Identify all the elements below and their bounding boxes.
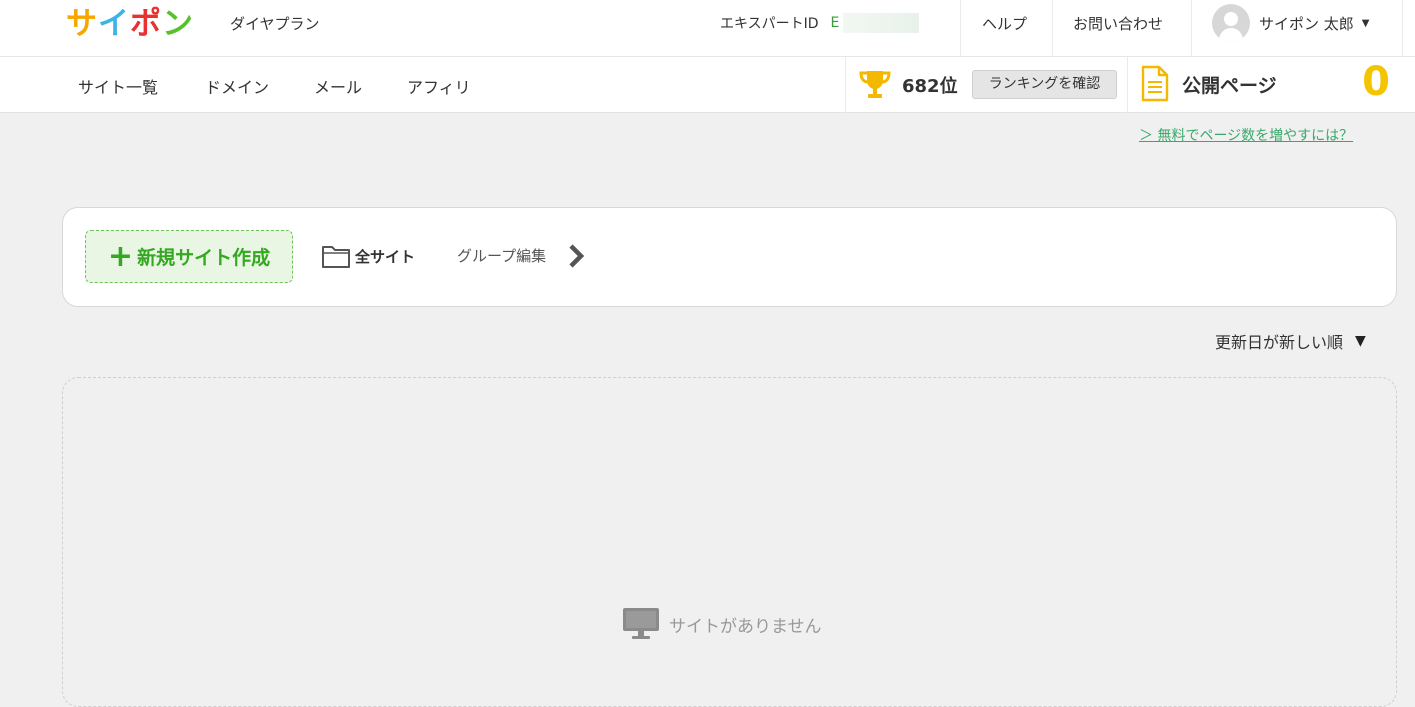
nav-site-list[interactable]: サイト一覧 <box>78 74 158 98</box>
logo-char-4: ン <box>162 6 194 42</box>
avatar-body <box>1219 28 1243 42</box>
expert-id-label: エキスパートID <box>720 16 819 32</box>
expert-id-value: E <box>830 15 840 31</box>
caret-down-icon: ▼ <box>1361 17 1370 29</box>
chevron-right-icon[interactable] <box>566 243 586 269</box>
document-icon <box>1141 65 1169 102</box>
nav-domain[interactable]: ドメイン <box>205 74 269 98</box>
site-toolbar: + 新規サイト作成 全サイト グループ編集 <box>62 207 1397 307</box>
public-pages-label: 公開ページ <box>1182 75 1277 97</box>
avatar-head <box>1224 12 1238 26</box>
new-site-button[interactable]: + 新規サイト作成 <box>85 230 293 283</box>
caret-down-icon: ▼ <box>1355 333 1366 349</box>
main-nav: サイト一覧 ドメイン メール アフィリ 682位 ランキングを確認 公開ページ … <box>0 57 1415 113</box>
site-list-empty-panel: サイトがありません <box>62 377 1397 707</box>
divider <box>1191 0 1192 57</box>
empty-state: サイトがありません <box>621 606 822 642</box>
divider <box>960 0 961 57</box>
divider <box>1052 0 1053 57</box>
logo-char-1: サ <box>66 6 98 42</box>
saipon-logo[interactable]: サ イ ポ ン <box>66 6 194 42</box>
public-pages-panel: 公開ページ 0 <box>1127 57 1402 113</box>
plus-icon: + <box>107 238 134 274</box>
public-pages-count: 0 <box>1362 59 1390 105</box>
divider <box>1402 0 1403 57</box>
nav-affiliate[interactable]: アフィリ <box>407 74 471 98</box>
nav-mail[interactable]: メール <box>314 74 362 98</box>
ranking-panel: 682位 ランキングを確認 <box>845 57 1127 113</box>
contact-link[interactable]: お問い合わせ <box>1073 13 1163 34</box>
user-menu[interactable]: サイポン 太郎 ▼ <box>1212 3 1369 43</box>
logo-char-2: イ <box>98 6 130 42</box>
rank-value: 682位 <box>902 76 958 97</box>
group-edit-link[interactable]: グループ編集 <box>457 245 546 266</box>
avatar <box>1212 4 1250 42</box>
help-link[interactable]: ヘルプ <box>982 13 1027 34</box>
plan-label: ダイヤプラン <box>230 15 320 33</box>
expert-id-mask <box>843 13 920 33</box>
new-site-label: 新規サイト作成 <box>137 247 271 269</box>
monitor-icon <box>623 608 659 639</box>
sort-dropdown[interactable]: 更新日が新しい順 ▼ <box>1215 329 1366 353</box>
sort-label: 更新日が新しい順 <box>1215 333 1344 352</box>
folder-icon[interactable] <box>321 243 351 269</box>
top-header: サ イ ポ ン ダイヤプラン エキスパートID E ヘルプ お問い合わせ サイポ… <box>0 0 1415 57</box>
free-pages-link[interactable]: ＞ 無料でページ数を増やすには？ <box>1139 125 1353 145</box>
check-ranking-button[interactable]: ランキングを確認 <box>972 70 1117 99</box>
empty-message: サイトがありません <box>669 616 822 637</box>
expert-id: エキスパートID E <box>720 13 920 33</box>
logo-char-3: ポ <box>130 6 162 42</box>
trophy-icon <box>859 71 891 98</box>
user-name: サイポン 太郎 <box>1259 14 1354 33</box>
all-sites-tab[interactable]: 全サイト <box>355 246 415 267</box>
